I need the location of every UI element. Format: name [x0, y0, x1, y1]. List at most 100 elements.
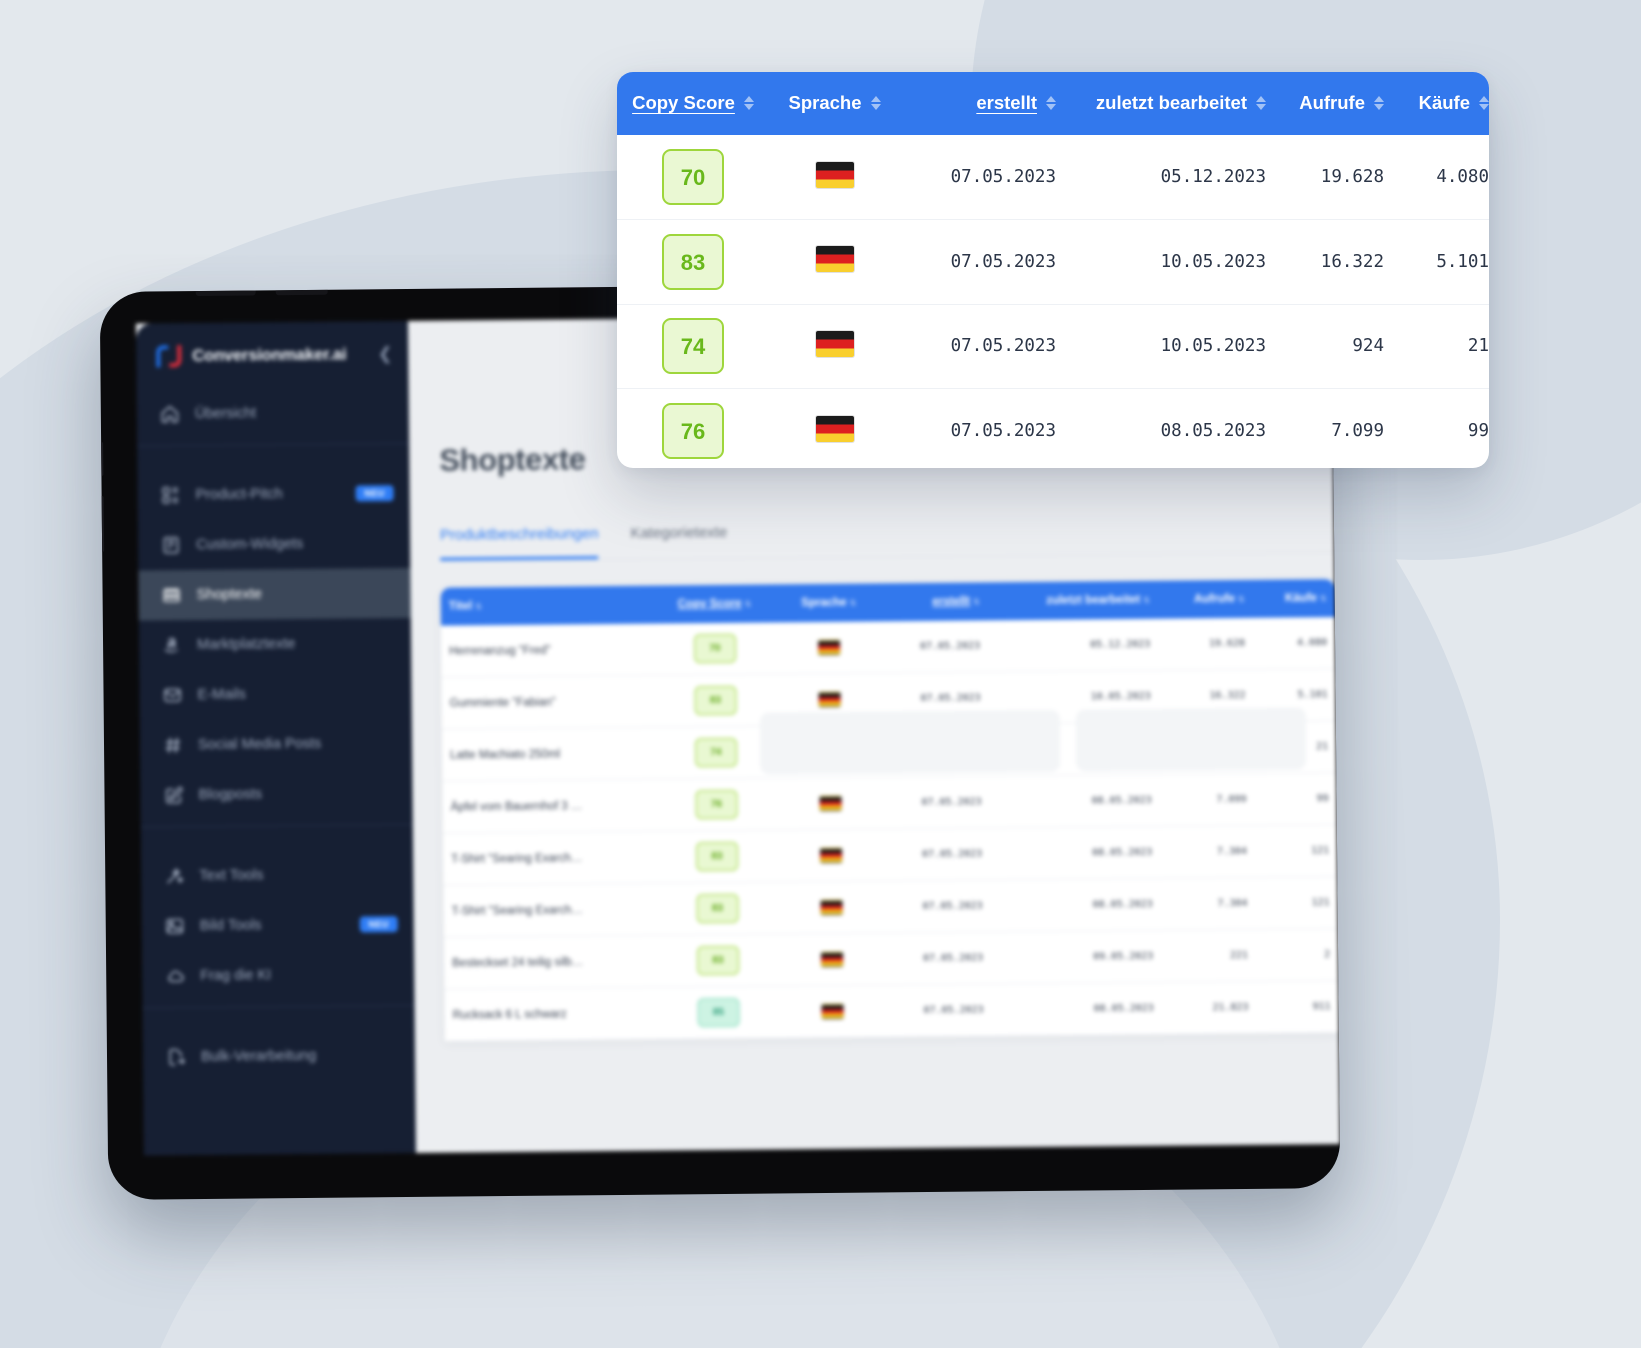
overlay-col-label: Copy Score	[632, 92, 735, 113]
sort-icon[interactable]	[743, 96, 754, 110]
sort-icon[interactable]: ⇅	[850, 599, 857, 608]
sidebar-item-label: Bulk-Verarbeitung	[200, 1047, 317, 1065]
overlay-table-row[interactable]: 76 07.05.2023 08.05.2023 7.099 99	[617, 389, 1489, 469]
overlay-cell-created: 07.05.2023	[900, 219, 1056, 305]
search-placeholder-box[interactable]	[1075, 707, 1307, 772]
inner-cell-score: 83	[653, 881, 782, 936]
tablet-button-top-2	[275, 289, 328, 296]
sidebar-item-bersicht[interactable]: Übersicht	[137, 387, 409, 440]
sort-icon[interactable]: ⇅	[1238, 595, 1245, 604]
overlay-cell-edited: 08.05.2023	[1160, 421, 1266, 441]
inner-cell-title: Herrenanzug "Fred"	[440, 623, 652, 678]
sidebar-item-product-pitch[interactable]: Product-Pitch NEU	[137, 468, 409, 521]
sidebar-item-e-mails[interactable]: E-Mails	[139, 668, 411, 721]
flag-de-icon	[815, 161, 854, 188]
overlay-col-label: Sprache	[788, 92, 862, 113]
inner-cell-edited: 08.05.2023	[991, 982, 1163, 1036]
overlay-table-header-row: Copy Score Sprache erstellt zuletzt bearbei…	[617, 72, 1489, 135]
overlay-cell-score: 70	[617, 135, 769, 220]
sort-icon[interactable]: ⇅	[973, 598, 980, 607]
inner-table-row[interactable]: Rucksack 6 L schwarz 85 07.05.2023 08.05.20…	[444, 980, 1339, 1042]
overlay-cell-purchases: 21	[1384, 304, 1489, 389]
sort-icon[interactable]: ⇅	[745, 600, 752, 609]
inner-cell-language	[781, 984, 884, 1038]
inner-col-header-k-ufe[interactable]: Käufe ⇅	[1252, 579, 1335, 618]
inner-cell-score: 83	[653, 933, 782, 988]
inner-col-header-erstellt[interactable]: erstellt ⇅	[879, 582, 988, 622]
chevron-left-icon[interactable]: ❮	[378, 344, 392, 364]
inner-cell-views: 21.823	[1161, 981, 1257, 1035]
inner-col-label: Copy Score	[677, 597, 742, 611]
overlay-col-header-zuletzt-bearbeitet[interactable]: zuletzt bearbeitet	[1056, 72, 1266, 135]
overlay-col-header-sprache[interactable]: Sprache	[769, 72, 900, 135]
overlay-col-label: Aufrufe	[1299, 92, 1365, 113]
inner-cell-views: 19.628	[1158, 617, 1254, 671]
overlay-col-header-k-ufe[interactable]: Käufe	[1384, 72, 1489, 135]
flag-de-icon	[821, 1003, 844, 1020]
inner-table-row[interactable]: Besteckset 24 teilig silb… 83 07.05.2023 09…	[443, 928, 1339, 990]
tab-produktbeschreibungen[interactable]: Produktbeschreibungen	[439, 525, 599, 561]
hash-icon	[162, 735, 183, 756]
inner-cell-created: 07.05.2023	[882, 983, 992, 1037]
sidebar-item-marktplatztexte[interactable]: Marktplatztexte	[139, 618, 411, 671]
sort-icon[interactable]	[1479, 96, 1489, 110]
inner-col-header-aufrufe[interactable]: Aufrufe ⇅	[1157, 579, 1253, 619]
sort-icon[interactable]	[870, 96, 881, 110]
sort-icon[interactable]	[1046, 96, 1056, 110]
sort-icon[interactable]	[1374, 96, 1384, 110]
filter-placeholder-box[interactable]	[759, 709, 1061, 775]
overlay-data-table: Copy Score Sprache erstellt zuletzt bearbei…	[617, 72, 1489, 468]
overlay-col-header-aufrufe[interactable]: Aufrufe	[1266, 72, 1384, 135]
inner-table-row[interactable]: T-Shirt "Searing Exarch… 83 07.05.2023 08.0…	[443, 876, 1338, 938]
mail-icon	[161, 685, 182, 706]
sidebar-item-bild-tools[interactable]: Bild Tools NEU	[142, 899, 414, 952]
inner-cell-edited: 05.12.2023	[987, 618, 1159, 672]
inner-col-header-zuletzt-bearbeitet[interactable]: zuletzt bearbeitet ⇅	[987, 580, 1159, 621]
sidebar-item-custom-widgets[interactable]: Custom-Widgets	[138, 518, 410, 571]
inner-col-header-copy-score[interactable]: Copy Score ⇅	[650, 584, 779, 624]
sidebar-item-shoptexte[interactable]: Shoptexte	[138, 567, 411, 621]
inner-table-row[interactable]: T-Shirt "Searing Exarch… 83 07.05.2023 08.0…	[442, 824, 1338, 886]
inner-cell-created: 07.05.2023	[879, 620, 989, 673]
sidebar-item-blogposts[interactable]: Blogposts	[140, 768, 412, 821]
sort-icon[interactable]	[1256, 96, 1266, 110]
flag-de-icon	[815, 415, 854, 442]
overlay-cell-created: 07.05.2023	[950, 421, 1056, 441]
score-badge: 76	[662, 403, 724, 459]
tab-kategorietexte[interactable]: Kategorietexte	[630, 524, 727, 559]
inner-table-row[interactable]: Herrenanzug "Fred" 70 07.05.2023 05.12.2023…	[440, 617, 1336, 678]
inner-table-row[interactable]: Äpfel vom Bauernhof 3 … 76 07.05.2023 08.05…	[442, 772, 1337, 834]
inner-table-card: Titel ⇅ Copy Score ⇅ Sprache ⇅ erstellt ⇅ zuletz…	[440, 579, 1339, 1042]
overlay-cell-views: 924	[1266, 304, 1384, 389]
inner-col-header-titel[interactable]: Titel ⇅	[440, 585, 651, 626]
amazon-icon	[161, 635, 182, 656]
overlay-table-row[interactable]: 74 07.05.2023 10.05.2023 924 21	[617, 304, 1489, 389]
inner-col-header-sprache[interactable]: Sprache ⇅	[778, 583, 880, 623]
inner-cell-created: 07.05.2023	[881, 827, 991, 881]
score-badge: 83	[695, 841, 739, 872]
file-export-icon	[165, 1047, 186, 1068]
overlay-col-header-copy-score[interactable]: Copy Score	[617, 72, 769, 135]
pencil-square-icon	[162, 785, 183, 806]
score-badge: 83	[662, 233, 724, 290]
sidebar-item-bulk-verarbeitung[interactable]: Bulk-Verarbeitung	[143, 1030, 415, 1083]
inner-cell-edited: 08.05.2023	[989, 826, 1161, 880]
sidebar-item-label: Shoptexte	[196, 586, 262, 604]
overlay-col-label: zuletzt bearbeitet	[1095, 92, 1247, 113]
sort-icon[interactable]: ⇅	[1320, 594, 1327, 603]
sidebar-item-text-tools[interactable]: Text Tools	[141, 849, 413, 902]
inner-cell-created: 07.05.2023	[881, 775, 990, 829]
score-badge: 83	[694, 685, 737, 716]
overlay-table-row[interactable]: 83 07.05.2023 10.05.2023 16.322 5.101	[617, 219, 1489, 305]
inner-cell-score: 85	[654, 985, 783, 1040]
overlay-table-row[interactable]: 70 07.05.2023 05.12.2023 19.628 4.080	[617, 135, 1489, 220]
inner-cell-created: 07.05.2023	[882, 931, 992, 985]
overlay-col-header-erstellt[interactable]: erstellt	[900, 72, 1056, 135]
inner-data-table: Titel ⇅ Copy Score ⇅ Sprache ⇅ erstellt ⇅ zuletz…	[440, 579, 1339, 1042]
sort-icon[interactable]: ⇅	[475, 602, 482, 611]
score-badge: 70	[693, 633, 737, 664]
sidebar-item-social-media-posts[interactable]: Social Media Posts	[140, 718, 412, 771]
overlay-cell-purchases: 99	[1467, 421, 1489, 441]
sort-icon[interactable]: ⇅	[1143, 596, 1150, 605]
sidebar-item-frag-die-ki[interactable]: Frag die KI	[142, 949, 414, 1002]
